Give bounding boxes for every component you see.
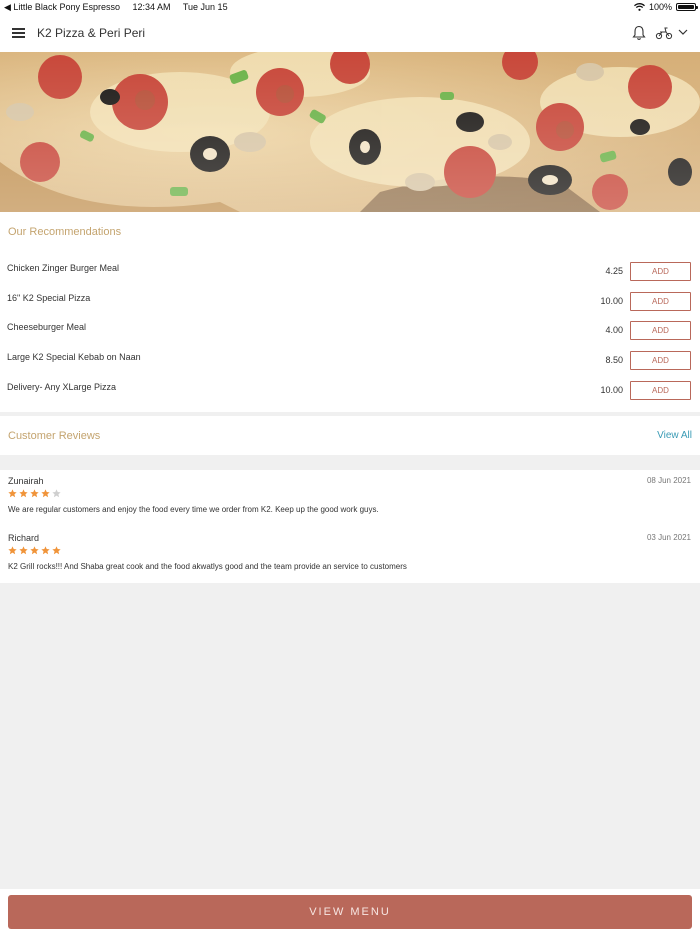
status-time: 12:34 AM (132, 2, 171, 12)
delivery-scooter-icon[interactable] (655, 26, 673, 40)
recommendations-section: Our Recommendations Chicken Zinger Burge… (0, 212, 700, 412)
menu-icon[interactable] (12, 28, 25, 38)
recommendation-item: Cheeseburger Meal 4.00 ADD (0, 321, 700, 351)
recommendation-item: Chicken Zinger Burger Meal 4.25 ADD (0, 262, 700, 292)
star-empty-icon (52, 489, 61, 498)
star-filled-icon (19, 489, 28, 498)
reviewer-name: Zunairah (8, 476, 44, 486)
recommendation-item: Large K2 Special Kebab on Naan 8.50 ADD (0, 351, 700, 381)
battery-percent: 100% (648, 2, 672, 12)
item-name: Chicken Zinger Burger Meal (7, 263, 120, 273)
star-rating (8, 546, 61, 556)
restaurant-title: K2 Pizza & Peri Peri (37, 26, 146, 40)
reviews-list: Zunairah 08 Jun 2021 We are regular cust… (0, 470, 700, 583)
star-filled-icon (41, 546, 50, 555)
item-price: 4.25 (605, 266, 623, 276)
star-filled-icon (41, 489, 50, 498)
chevron-down-icon[interactable] (678, 28, 688, 36)
item-name: Delivery- Any XLarge Pizza (7, 382, 117, 392)
add-button[interactable]: ADD (630, 351, 691, 370)
star-rating (8, 489, 61, 499)
reviews-header: Customer Reviews View All (0, 416, 700, 455)
review-text: K2 Grill rocks!!! And Shaba great cook a… (8, 562, 407, 571)
status-bar: ◀ Little Black Pony Espresso 12:34 AM Tu… (0, 0, 700, 14)
view-all-reviews-link[interactable]: View All (657, 430, 692, 441)
review-date: 03 Jun 2021 (646, 533, 691, 542)
bottom-bar: VIEW MENU (0, 889, 700, 934)
item-name: Cheeseburger Meal (7, 322, 87, 332)
add-button[interactable]: ADD (630, 381, 691, 400)
hero-pizza-image (0, 52, 700, 212)
item-name: 16" K2 Special Pizza (7, 293, 91, 303)
add-button[interactable]: ADD (630, 262, 691, 281)
recommendation-item: Delivery- Any XLarge Pizza 10.00 ADD (0, 381, 700, 411)
item-price: 4.00 (605, 325, 623, 335)
recommendations-title: Our Recommendations (8, 226, 122, 238)
item-price: 10.00 (600, 296, 623, 306)
star-filled-icon (8, 546, 17, 555)
review-text: We are regular customers and enjoy the f… (8, 505, 379, 514)
back-to-app-link[interactable]: ◀ Little Black Pony Espresso (4, 2, 120, 12)
status-right: 100% (634, 2, 698, 12)
item-price: 8.50 (605, 355, 623, 365)
recommendation-item: 16" K2 Special Pizza 10.00 ADD (0, 292, 700, 322)
battery-icon (676, 3, 698, 11)
star-filled-icon (30, 546, 39, 555)
status-date: Tue Jun 15 (182, 2, 228, 12)
star-filled-icon (19, 546, 28, 555)
review-item: Richard 03 Jun 2021 K2 Grill rocks!!! An… (0, 527, 700, 582)
star-filled-icon (52, 546, 61, 555)
item-name: Large K2 Special Kebab on Naan (7, 352, 141, 362)
add-button[interactable]: ADD (630, 292, 691, 311)
item-price: 10.00 (600, 385, 623, 395)
wifi-icon (634, 3, 645, 11)
star-filled-icon (8, 489, 17, 498)
status-left: ◀ Little Black Pony Espresso 12:34 AM Tu… (4, 2, 238, 13)
reviews-title: Customer Reviews (8, 430, 101, 442)
star-filled-icon (30, 489, 39, 498)
nav-bar: K2 Pizza & Peri Peri (0, 14, 700, 52)
bell-icon[interactable] (632, 25, 646, 41)
reviewer-name: Richard (8, 533, 40, 543)
add-button[interactable]: ADD (630, 321, 691, 340)
review-date: 08 Jun 2021 (646, 476, 691, 485)
review-item: Zunairah 08 Jun 2021 We are regular cust… (0, 470, 700, 525)
view-menu-button[interactable]: VIEW MENU (8, 895, 692, 929)
